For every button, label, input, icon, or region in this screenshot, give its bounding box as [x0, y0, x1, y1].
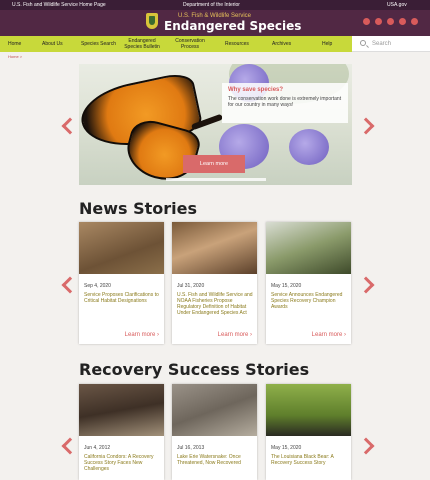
news-card[interactable]: Sep 4, 2020 Service Proposes Clarificati…: [79, 222, 164, 344]
news-next-arrow-icon[interactable]: [361, 276, 373, 294]
recovery-next-arrow-icon[interactable]: [361, 437, 373, 455]
hero-next-arrow-icon[interactable]: [361, 117, 373, 135]
doi-link[interactable]: Department of the Interior: [183, 2, 240, 8]
recovery-card[interactable]: May 15, 2020 The Louisiana Black Bear: A…: [266, 384, 351, 480]
recovery-title[interactable]: California Condors: A Recovery Success S…: [84, 454, 160, 472]
nav-help[interactable]: Help: [322, 41, 332, 48]
news-title[interactable]: U.S. Fish and Wildlife Service and NOAA …: [177, 292, 253, 316]
recovery-title[interactable]: The Louisiana Black Bear: A Recovery Suc…: [271, 454, 347, 466]
nav-bulletin[interactable]: Endangered Species Bulletin: [120, 38, 164, 50]
recovery-prev-arrow-icon[interactable]: [60, 437, 72, 455]
recovery-date: May 15, 2020: [271, 445, 302, 451]
news-card[interactable]: Jul 31, 2020 U.S. Fish and Wildlife Serv…: [172, 222, 257, 344]
search-input[interactable]: Search: [352, 36, 430, 52]
news-title[interactable]: Service Announces Endangered Species Rec…: [271, 292, 347, 310]
recovery-section-title: Recovery Success Stories: [79, 360, 310, 379]
site-title[interactable]: Endangered Species: [164, 19, 301, 33]
site-header: U.S. Fish & Wildlife Service Endangered …: [0, 10, 430, 36]
news-image-people: [266, 222, 351, 274]
recovery-image-condor: [79, 384, 164, 436]
recovery-card[interactable]: Jun 4, 2012 California Condors: A Recove…: [79, 384, 164, 480]
fws-home-link[interactable]: U.S. Fish and Wildlife Service Home Page: [12, 2, 106, 8]
recovery-date: Jul 16, 2013: [177, 445, 205, 451]
nav-about-us[interactable]: About Us: [42, 41, 63, 48]
news-image-fish: [172, 222, 257, 274]
hero-caption-box: Why save species? The conservation work …: [222, 83, 348, 123]
nav-species-search[interactable]: Species Search: [81, 41, 116, 48]
nav-conservation-process[interactable]: Conservation Process: [172, 38, 208, 50]
top-utility-bar: U.S. Fish and Wildlife Service Home Page…: [0, 0, 430, 10]
hero-text: The conservation work done is extremely …: [228, 96, 342, 108]
youtube-icon[interactable]: [387, 18, 394, 25]
learn-more-link[interactable]: Learn more ›: [218, 332, 252, 338]
flower-cluster: [289, 129, 329, 165]
news-prev-arrow-icon[interactable]: [60, 276, 72, 294]
carousel-indicator[interactable]: [166, 178, 266, 181]
learn-more-button[interactable]: Learn more: [183, 155, 245, 173]
main-nav: Home About Us Species Search Endangered …: [0, 36, 352, 52]
news-date: Jul 31, 2020: [177, 283, 205, 289]
breadcrumb[interactable]: Home >: [8, 54, 22, 59]
recovery-image-watersnake: [172, 384, 257, 436]
search-placeholder: Search: [372, 41, 392, 47]
recovery-title[interactable]: Lake Erie Watersnake: Once Threatened, N…: [177, 454, 253, 466]
nav-home[interactable]: Home: [8, 41, 21, 48]
instagram-icon[interactable]: [411, 18, 418, 25]
recovery-card[interactable]: Jul 16, 2013 Lake Erie Watersnake: Once …: [172, 384, 257, 480]
recovery-image-black-bear: [266, 384, 351, 436]
fws-shield-logo[interactable]: [146, 13, 158, 29]
usa-gov-link[interactable]: USA.gov: [387, 2, 407, 8]
news-image-bird: [79, 222, 164, 274]
recovery-date: Jun 4, 2012: [84, 445, 111, 451]
flickr-icon[interactable]: [399, 18, 406, 25]
nav-resources[interactable]: Resources: [225, 41, 249, 48]
learn-more-link[interactable]: Learn more ›: [312, 332, 346, 338]
facebook-icon[interactable]: [363, 18, 370, 25]
hero-prev-arrow-icon[interactable]: [60, 117, 72, 135]
news-date: May 15, 2020: [271, 283, 302, 289]
news-section-title: News Stories: [79, 199, 198, 218]
news-title[interactable]: Service Proposes Clarifications to Criti…: [84, 292, 160, 304]
search-icon[interactable]: [360, 40, 366, 46]
news-date: Sep 4, 2020: [84, 283, 111, 289]
learn-more-link[interactable]: Learn more ›: [125, 332, 159, 338]
twitter-icon[interactable]: [375, 18, 382, 25]
news-card[interactable]: May 15, 2020 Service Announces Endangere…: [266, 222, 351, 344]
hero-question: Why save species?: [228, 87, 284, 93]
nav-archives[interactable]: Archives: [272, 41, 291, 48]
